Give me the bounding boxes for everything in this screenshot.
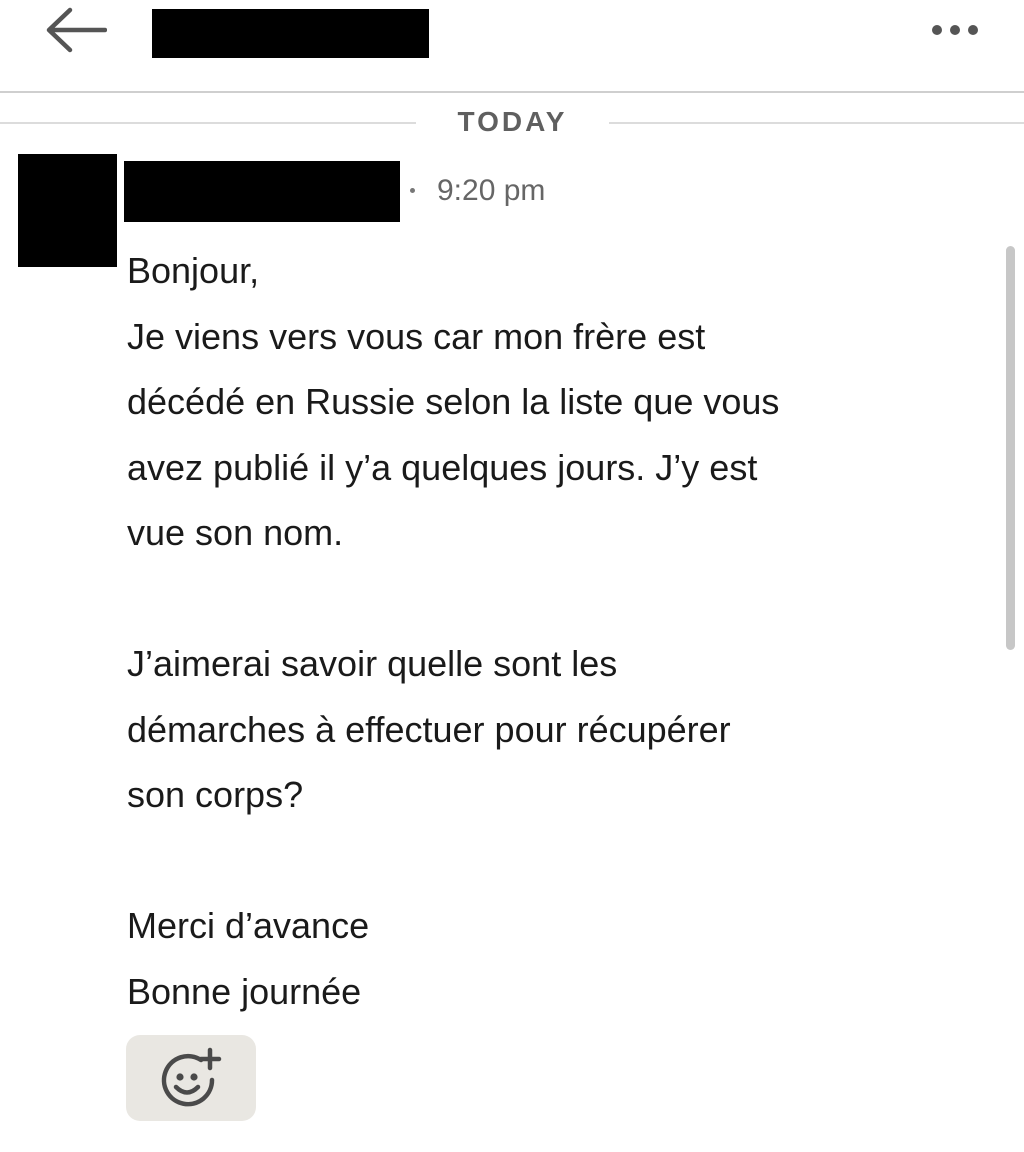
date-separator-line	[0, 122, 416, 124]
message-line: J’aimerai savoir quelle sont les	[127, 643, 618, 684]
message-line: Bonne journée	[127, 970, 362, 1012]
more-horizontal-icon	[932, 25, 942, 35]
message-body: Bonjour, Je viens vers vous car mon frèr…	[127, 238, 957, 1024]
message-line: vue son nom.	[127, 512, 344, 553]
message-meta: 9:20 pm	[410, 174, 545, 208]
message-line: Merci d’avance	[127, 905, 370, 946]
message-line: démarches à effectuer pour récupérer	[127, 708, 731, 750]
message-line: Je viens vers vous car mon frère est	[127, 315, 706, 357]
message-line: son corps?	[127, 774, 304, 815]
message-line: avez publié il y’a quelques jours. J’y e…	[127, 446, 758, 488]
date-separator-line	[609, 122, 1024, 124]
add-reaction-button[interactable]	[126, 1035, 256, 1121]
redacted-conversation-title	[152, 9, 429, 58]
header-divider	[0, 91, 1024, 93]
more-horizontal-icon	[968, 25, 978, 35]
arrow-left-icon	[46, 7, 107, 53]
more-options-button[interactable]	[920, 10, 990, 50]
message-time: 9:20 pm	[437, 174, 546, 207]
sender-avatar-redacted[interactable]	[18, 154, 117, 267]
conversation-header	[0, 0, 1024, 93]
date-separator-label: TODAY	[457, 106, 568, 137]
more-horizontal-icon	[950, 25, 960, 35]
scrollbar-thumb[interactable]	[1006, 246, 1015, 650]
add-reaction-icon	[161, 1047, 222, 1107]
sender-name-redacted[interactable]	[124, 161, 400, 222]
separator-dot	[410, 187, 415, 193]
message-line: décédé en Russie selon la liste que vous	[127, 381, 780, 422]
back-button[interactable]	[36, 0, 116, 60]
message-line: Bonjour,	[127, 250, 260, 291]
date-separator: TODAY	[0, 100, 1024, 146]
